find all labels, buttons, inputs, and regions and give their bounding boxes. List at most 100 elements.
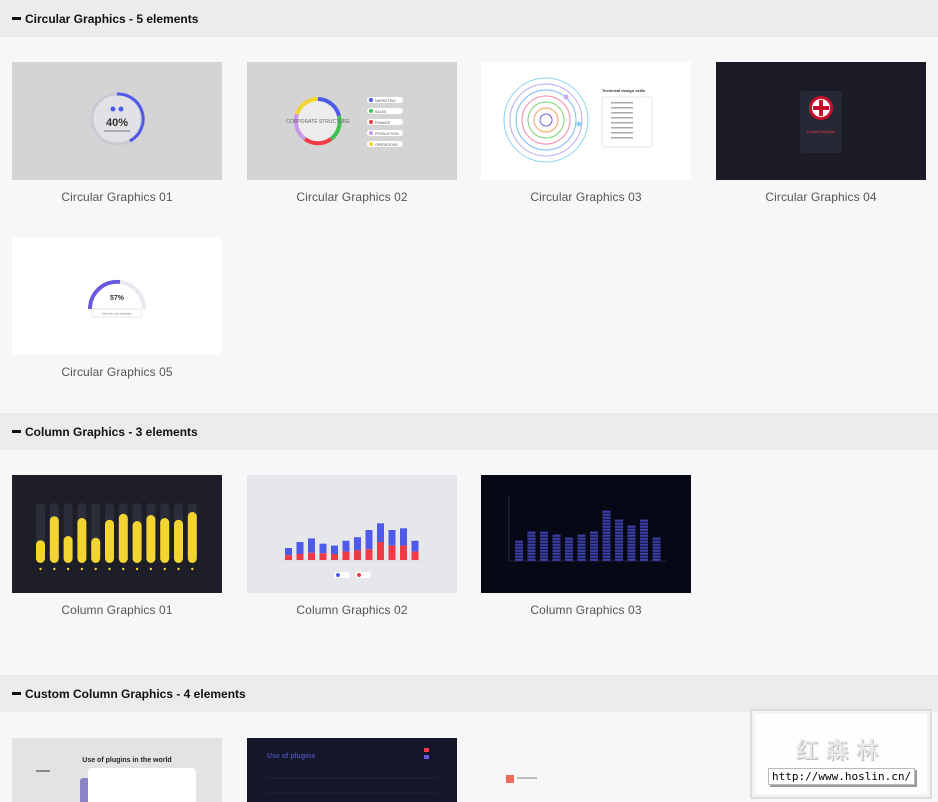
bar-step (540, 543, 548, 546)
bar-step (527, 534, 536, 537)
collapse-icon[interactable] (12, 17, 21, 20)
collapse-icon[interactable] (12, 692, 21, 695)
bar-step (590, 543, 598, 546)
bar-step (627, 531, 636, 534)
card-title[interactable]: Column Graphics 02 (247, 603, 457, 617)
bar-step (602, 540, 611, 543)
bar-step (615, 549, 623, 552)
bar-step (602, 543, 611, 546)
bar-step (552, 540, 561, 543)
bar-step (515, 552, 523, 555)
card-custom-column-01[interactable]: Use of plugins in the world (12, 738, 222, 802)
card-column-03[interactable]: Column Graphics 03 (481, 475, 691, 617)
thumbnail[interactable]: 40% (12, 62, 222, 180)
card-circular-04[interactable]: United Kingdom Circular Graphics 04 (716, 62, 926, 204)
bar (160, 518, 170, 563)
card-title[interactable]: Circular Graphics 05 (12, 365, 222, 379)
bar-segment-bottom (400, 545, 407, 560)
bar-step (652, 546, 661, 549)
thumbnail[interactable]: CORPORATE STRUCTURE MARKETING SALES FINA… (247, 62, 457, 180)
bar-segment-bottom (319, 553, 327, 560)
bar-step (640, 519, 648, 522)
bar-step (565, 543, 573, 546)
bar-step (565, 546, 573, 549)
thumbnail[interactable] (481, 475, 691, 593)
column-graphic-preview (12, 475, 222, 593)
section-header-custom-column[interactable]: Custom Column Graphics - 4 elements (0, 675, 938, 712)
bar-step (640, 540, 648, 543)
collapse-icon[interactable] (12, 430, 21, 433)
preview-heading: Use of plugins (267, 753, 315, 760)
thumbnail[interactable] (481, 738, 691, 802)
card-custom-column-03[interactable] (481, 738, 691, 802)
bar-step (652, 540, 661, 543)
watermark-url: http://www.hoslin.cn/ (768, 768, 916, 785)
bar-step (602, 519, 611, 522)
bar-step (515, 540, 523, 543)
bar-step (627, 558, 636, 561)
bar-step (590, 537, 598, 540)
bar-step (577, 549, 586, 552)
thumbnail[interactable] (12, 475, 222, 593)
bar-segment-bottom (308, 552, 315, 560)
bar-step (515, 555, 523, 558)
thumbnail[interactable]: Use of plugins (247, 738, 457, 802)
bar (36, 540, 45, 563)
section-header-circular[interactable]: Circular Graphics - 5 elements (0, 0, 938, 37)
bar-step (527, 555, 536, 558)
card-circular-02[interactable]: CORPORATE STRUCTURE MARKETING SALES FINA… (247, 62, 457, 204)
card-column-02[interactable]: Column Graphics 02 (247, 475, 457, 617)
bar-segment-top (377, 523, 384, 542)
bar-step (552, 546, 561, 549)
card-title[interactable]: Circular Graphics 03 (481, 190, 691, 204)
bar-step (527, 531, 536, 534)
bar-step (527, 552, 536, 555)
bar-dot (177, 567, 180, 571)
bar-segment-top (296, 542, 304, 554)
bar-step (527, 537, 536, 540)
card-circular-03[interactable]: Technical design skills Circular Graphic… (481, 62, 691, 204)
card-title[interactable]: Column Graphics 03 (481, 603, 691, 617)
bar (174, 519, 183, 563)
thumbnail[interactable]: United Kingdom (716, 62, 926, 180)
bar-step (627, 537, 636, 540)
thumbnail[interactable]: Use of plugins in the world (12, 738, 222, 802)
chart-title: CORPORATE STRUCTURE (286, 119, 350, 125)
card-title[interactable]: Column Graphics 01 (12, 603, 222, 617)
bar-step (640, 555, 648, 558)
bar-step (602, 555, 611, 558)
bar-step (540, 549, 548, 552)
bar (132, 521, 142, 563)
bar (105, 519, 114, 563)
bar-step (577, 540, 586, 543)
bar-step (577, 543, 586, 546)
bar-step (565, 552, 573, 555)
bar-step (652, 537, 661, 540)
section-header-column[interactable]: Column Graphics - 3 elements (0, 413, 938, 450)
card-title[interactable]: Circular Graphics 02 (247, 190, 457, 204)
chart-title: Technical design skills (602, 88, 646, 93)
card-title[interactable]: Circular Graphics 04 (716, 190, 926, 204)
card-circular-01[interactable]: 40% Circular Graphics 01 (12, 62, 222, 204)
bar-step (615, 531, 623, 534)
card-custom-column-02[interactable]: Use of plugins (247, 738, 457, 802)
card-circular-05[interactable]: 57% Monthly sale statistics Circular Gra… (12, 237, 222, 379)
card-column-01[interactable]: Column Graphics 01 (12, 475, 222, 617)
bar-segment-top (411, 540, 419, 552)
bar-step (640, 522, 648, 525)
thumbnail[interactable]: Technical design skills (481, 62, 691, 180)
bar-segment-bottom (342, 551, 350, 560)
bar (187, 512, 197, 563)
bar-step (565, 540, 573, 543)
bar-segment-top (319, 543, 327, 554)
thumbnail[interactable] (247, 475, 457, 593)
bar-step (590, 555, 598, 558)
bar-step (527, 546, 536, 549)
card-title[interactable]: Circular Graphics 01 (12, 190, 222, 204)
thumbnail[interactable]: 57% Monthly sale statistics (12, 237, 222, 355)
bar-segment-bottom (411, 551, 419, 560)
bar-step (602, 525, 611, 528)
bar-step (640, 531, 648, 534)
svg-text:OPERATIONS: OPERATIONS (375, 143, 398, 147)
preview-heading: Use of plugins in the world (82, 757, 171, 764)
